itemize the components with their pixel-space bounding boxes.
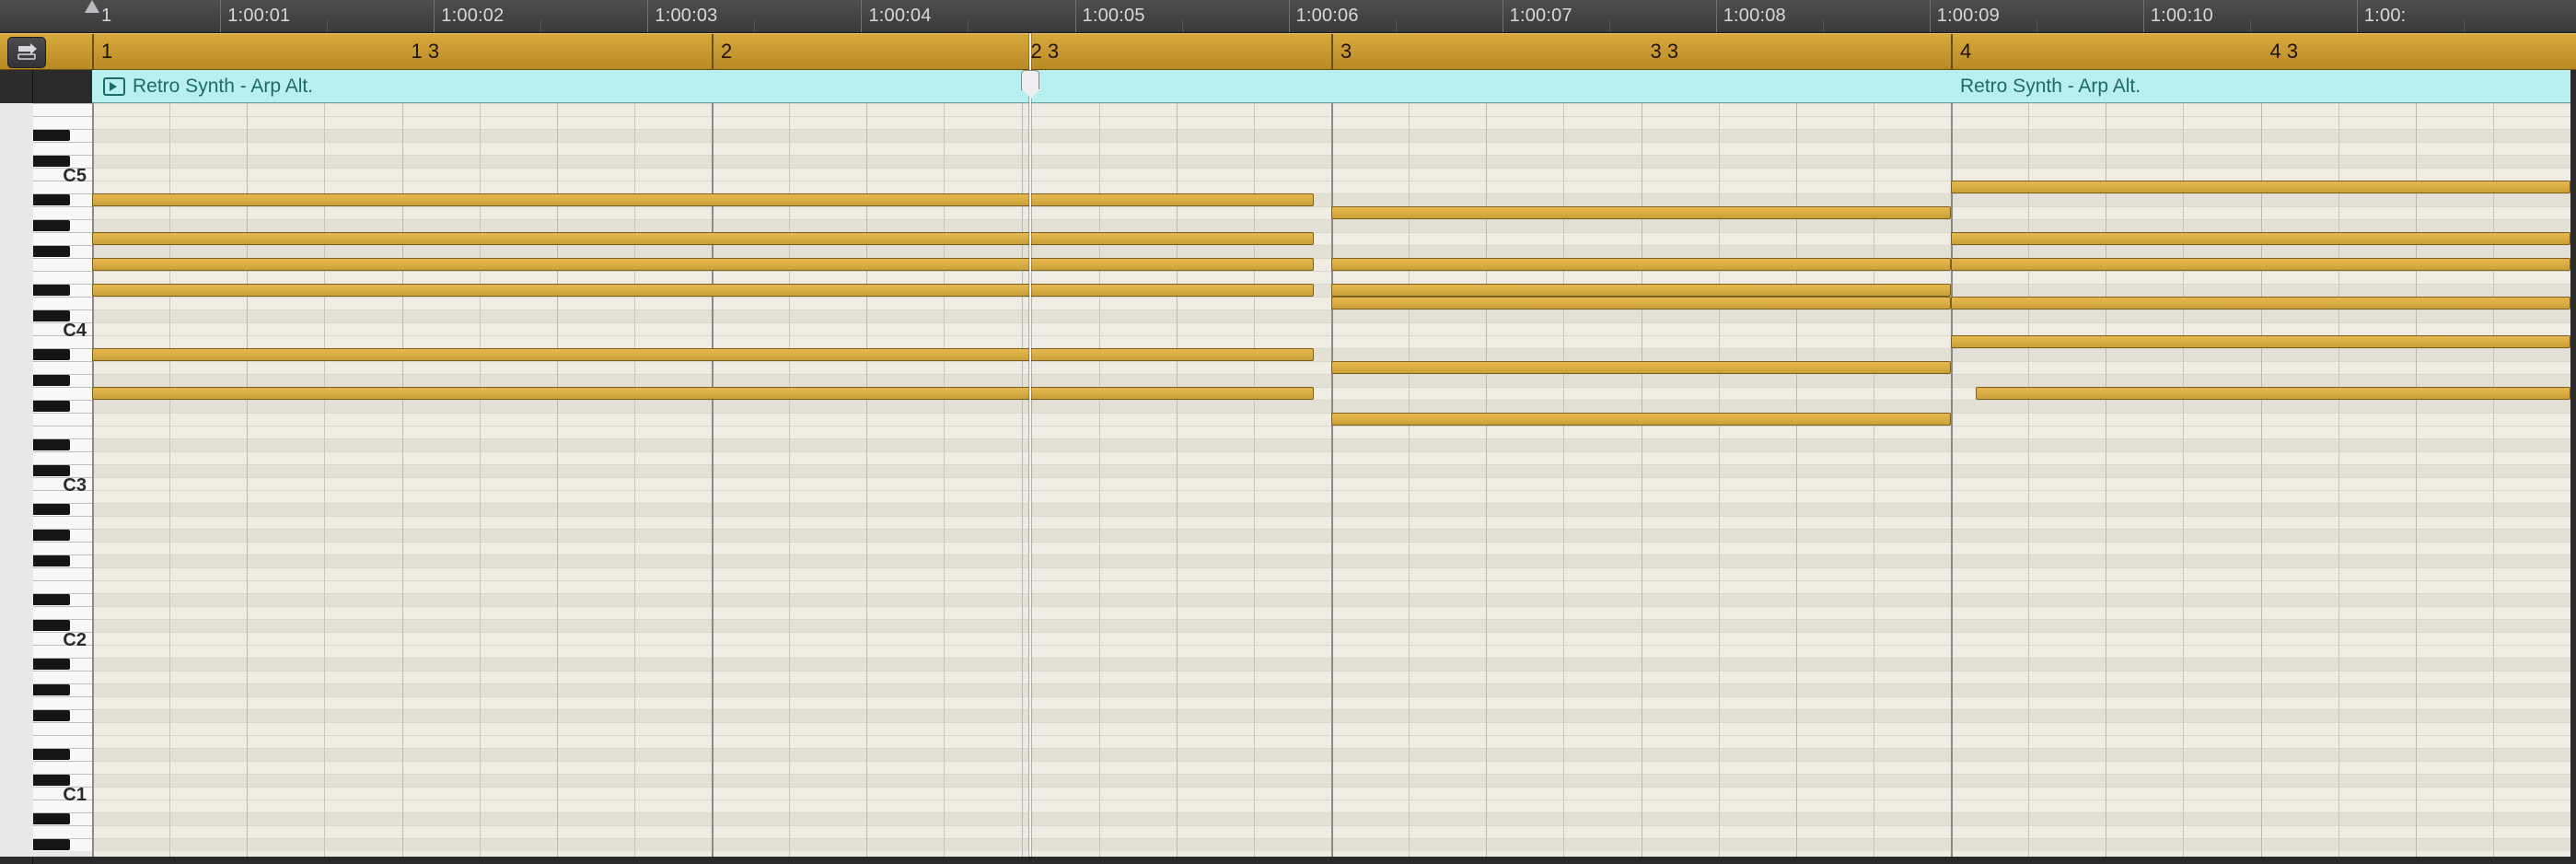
bar-label: 2	[721, 40, 732, 64]
midi-note[interactable]	[92, 193, 1314, 206]
bar-ruler[interactable]: 1 1 3 2 2 3 3 3 3 4 4 3	[0, 33, 2576, 70]
bar-label: 3 3	[1651, 40, 1679, 64]
time-label: 1:00:	[2364, 6, 2406, 27]
octave-label: C3	[63, 475, 87, 496]
midi-note[interactable]	[1951, 232, 2570, 245]
bar-label: 2 3	[1031, 40, 1060, 64]
midi-note[interactable]	[1331, 361, 1951, 374]
time-label: 1:00:10	[2151, 6, 2213, 27]
octave-label: C4	[63, 321, 87, 342]
time-label: 1:00:01	[227, 6, 290, 27]
midi-note[interactable]	[1951, 258, 2570, 271]
time-label: 1:00:06	[1296, 6, 1359, 27]
midi-note[interactable]	[1331, 258, 1951, 271]
time-ruler[interactable]: 1 1:00:01 1:00:02 1:00:03 1:00:04 1:00:05 1:00…	[0, 0, 2576, 33]
bar-label: 1 3	[412, 40, 440, 64]
piano-roll-grid[interactable]	[92, 103, 2570, 857]
midi-note[interactable]	[92, 348, 1314, 361]
region-header-loop[interactable]: Retro Synth - Arp Alt.	[1951, 70, 2570, 103]
play-icon	[103, 77, 125, 96]
bar-label: 4	[1960, 40, 1971, 64]
time-label: 1:00:08	[1723, 6, 1786, 27]
midi-note[interactable]	[1976, 387, 2570, 400]
midi-note[interactable]	[1951, 297, 2570, 309]
time-label: 1:00:03	[655, 6, 717, 27]
midi-note[interactable]	[92, 258, 1314, 271]
midi-note[interactable]	[92, 232, 1314, 245]
playhead[interactable]	[1029, 33, 1031, 857]
octave-label: C2	[63, 630, 87, 651]
bar-label: 3	[1340, 40, 1352, 64]
time-label: 1:00:05	[1083, 6, 1145, 27]
time-label: 1:00:02	[441, 6, 504, 27]
midi-note[interactable]	[1331, 413, 1951, 426]
playhead-handle[interactable]	[1021, 70, 1039, 90]
region-name: Retro Synth - Arp Alt.	[1951, 70, 2570, 103]
bar-label: 1	[101, 40, 112, 64]
midi-note[interactable]	[1331, 284, 1951, 297]
time-label: 1	[101, 6, 111, 27]
octave-label: C5	[63, 166, 87, 187]
catch-icon	[16, 43, 38, 62]
midi-note[interactable]	[92, 284, 1314, 297]
midi-note[interactable]	[92, 387, 1314, 400]
locator-marker[interactable]	[85, 0, 99, 13]
midi-note[interactable]	[1331, 206, 1951, 219]
octave-label: C1	[63, 785, 87, 806]
midi-note[interactable]	[1951, 335, 2570, 348]
time-label: 1:00:07	[1510, 6, 1572, 27]
time-label: 1:00:04	[868, 6, 931, 27]
time-label: 1:00:09	[1937, 6, 2000, 27]
midi-note[interactable]	[1331, 297, 1951, 309]
catch-playhead-button[interactable]	[7, 37, 46, 68]
piano-keyboard[interactable]: C5 C4 C3 C2 C1	[0, 103, 92, 857]
bar-label: 4 3	[2270, 40, 2299, 64]
midi-note[interactable]	[1951, 181, 2570, 193]
